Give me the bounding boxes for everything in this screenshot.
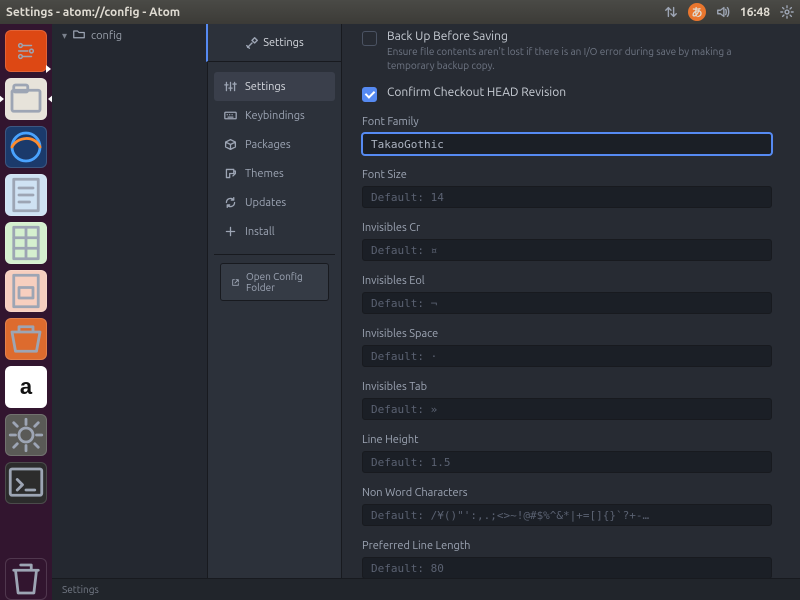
field-label-invisibles-space: Invisibles Space bbox=[362, 328, 772, 340]
settings-sidebar: Settings Settings Keybindings Packages bbox=[208, 24, 342, 578]
ime-indicator[interactable]: あ bbox=[688, 3, 706, 21]
launcher-trash[interactable] bbox=[5, 558, 47, 600]
launcher-system-settings[interactable] bbox=[5, 414, 47, 456]
field-label-invisibles-eol: Invisibles Eol bbox=[362, 275, 772, 287]
invisibles-tab-input[interactable] bbox=[362, 398, 772, 420]
checkbox-confirm-checkout-head[interactable] bbox=[362, 87, 377, 102]
line-height-input[interactable] bbox=[362, 451, 772, 473]
checkbox-description: Ensure file contents aren't lost if ther… bbox=[387, 45, 772, 72]
refresh-icon bbox=[224, 196, 237, 209]
launcher-firefox[interactable] bbox=[5, 126, 47, 168]
checkbox-label: Confirm Checkout HEAD Revision bbox=[387, 86, 566, 99]
open-config-folder-button[interactable]: Open Config Folder bbox=[220, 263, 329, 301]
divider bbox=[214, 254, 335, 255]
sidebar-item-keybindings[interactable]: Keybindings bbox=[214, 101, 335, 130]
system-menu-bar: Settings - atom://config - Atom あ 16:48 bbox=[0, 0, 800, 24]
launcher-writer[interactable] bbox=[5, 174, 47, 216]
tree-view-panel[interactable]: ▾ config bbox=[52, 24, 208, 578]
settings-main[interactable]: Back Up Before Saving Ensure file conten… bbox=[342, 24, 800, 578]
launcher-dash[interactable] bbox=[5, 30, 47, 72]
checkbox-label: Back Up Before Saving bbox=[387, 30, 772, 43]
field-label-preferred-line-length: Preferred Line Length bbox=[362, 540, 772, 552]
volume-icon[interactable] bbox=[716, 5, 730, 19]
window-title: Settings - atom://config - Atom bbox=[6, 6, 664, 19]
sidebar-item-label: Updates bbox=[245, 197, 286, 209]
sidebar-item-label: Keybindings bbox=[245, 110, 305, 122]
settings-view: Settings Settings Keybindings Packages bbox=[208, 24, 800, 578]
font-family-input[interactable] bbox=[362, 133, 772, 155]
sidebar-item-install[interactable]: Install bbox=[214, 217, 335, 246]
status-left: Settings bbox=[62, 584, 99, 595]
sidebar-item-label: Packages bbox=[245, 139, 291, 151]
tab-settings[interactable]: Settings bbox=[206, 24, 341, 62]
field-label-font-family: Font Family bbox=[362, 116, 772, 128]
sidebar-item-label: Themes bbox=[245, 168, 284, 180]
invisibles-eol-input[interactable] bbox=[362, 292, 772, 314]
field-label-line-height: Line Height bbox=[362, 434, 772, 446]
invisibles-cr-input[interactable] bbox=[362, 239, 772, 261]
checkbox-backup-before-saving[interactable] bbox=[362, 31, 377, 46]
preferred-line-length-input[interactable] bbox=[362, 557, 772, 578]
plus-icon bbox=[224, 225, 237, 238]
tools-icon bbox=[245, 36, 259, 50]
field-label-invisibles-tab: Invisibles Tab bbox=[362, 381, 772, 393]
clock[interactable]: 16:48 bbox=[740, 6, 770, 19]
paint-icon bbox=[224, 167, 237, 180]
status-bar: Settings bbox=[52, 578, 800, 600]
tab-label: Settings bbox=[263, 37, 304, 49]
field-label-non-word-characters: Non Word Characters bbox=[362, 487, 772, 499]
sliders-icon bbox=[224, 80, 237, 93]
invisibles-space-input[interactable] bbox=[362, 345, 772, 367]
launcher-impress[interactable] bbox=[5, 270, 47, 312]
tree-root-label: config bbox=[91, 30, 122, 42]
folder-icon bbox=[73, 28, 85, 43]
sidebar-item-themes[interactable]: Themes bbox=[214, 159, 335, 188]
launcher-calc[interactable] bbox=[5, 222, 47, 264]
open-config-folder-label: Open Config Folder bbox=[246, 271, 318, 293]
sidebar-item-updates[interactable]: Updates bbox=[214, 188, 335, 217]
field-label-font-size: Font Size bbox=[362, 169, 772, 181]
chevron-down-icon: ▾ bbox=[62, 30, 67, 42]
network-icon[interactable] bbox=[664, 5, 678, 19]
font-size-input[interactable] bbox=[362, 186, 772, 208]
non-word-characters-input[interactable] bbox=[362, 504, 772, 526]
keyboard-icon bbox=[224, 109, 237, 122]
sidebar-item-label: Install bbox=[245, 226, 275, 238]
atom-window: ▾ config Settings Settings bbox=[52, 24, 800, 600]
open-external-icon bbox=[231, 277, 240, 288]
sidebar-item-packages[interactable]: Packages bbox=[214, 130, 335, 159]
unity-launcher: a bbox=[0, 24, 52, 600]
field-label-invisibles-cr: Invisibles Cr bbox=[362, 222, 772, 234]
launcher-software-center[interactable] bbox=[5, 318, 47, 360]
launcher-files[interactable] bbox=[5, 78, 47, 120]
launcher-terminal[interactable] bbox=[5, 462, 47, 504]
package-icon bbox=[224, 138, 237, 151]
launcher-amazon[interactable]: a bbox=[5, 366, 47, 408]
sidebar-item-settings[interactable]: Settings bbox=[214, 72, 335, 101]
session-gear-icon[interactable] bbox=[780, 5, 794, 19]
sidebar-item-label: Settings bbox=[245, 81, 286, 93]
system-tray: あ 16:48 bbox=[664, 3, 794, 21]
tree-root-item[interactable]: ▾ config bbox=[52, 24, 207, 47]
